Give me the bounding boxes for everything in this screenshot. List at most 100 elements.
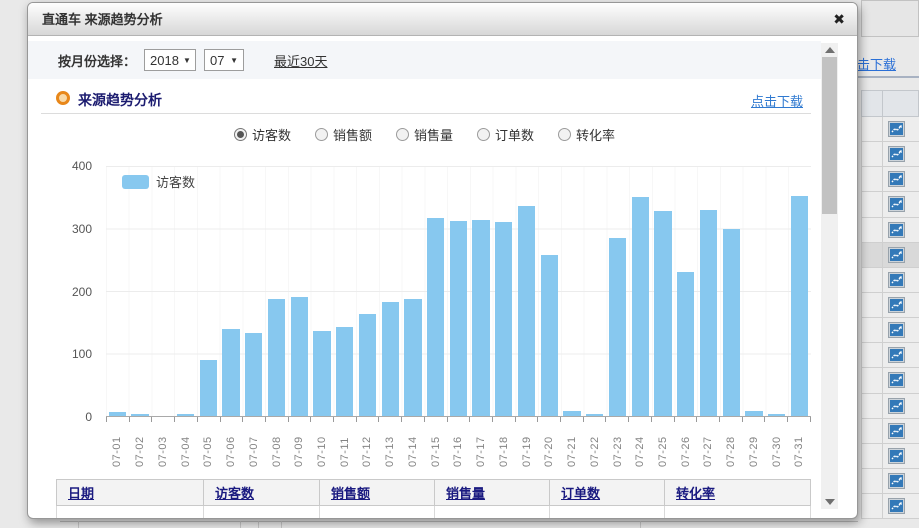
background-table-row [861,243,919,268]
scrollbar-thumb[interactable] [822,57,837,214]
trend-chart-icon[interactable] [888,121,905,137]
month-select[interactable]: 07 ▼ [204,49,244,71]
bar-07-10[interactable] [313,331,330,416]
bar-07-04[interactable] [177,414,194,417]
chart-legend[interactable]: 访客数 [122,172,195,191]
x-axis-tick-label: 07-09 [293,425,305,467]
bar-07-12[interactable] [359,314,376,416]
bar-07-22[interactable] [586,414,603,416]
background-table-row [861,469,919,494]
recent-30-days-link[interactable]: 最近30天 [274,51,327,70]
bar-07-05[interactable] [200,360,217,416]
bar-07-07[interactable] [245,333,262,416]
table-header-cell: 销售量 [434,479,549,506]
bar-07-13[interactable] [382,302,399,416]
radio-icon[interactable] [396,128,409,141]
bar-07-14[interactable] [404,299,421,416]
trend-chart-icon[interactable] [888,196,905,212]
bar-07-23[interactable] [609,238,626,416]
table-header-cell: 访客数 [203,479,319,506]
download-link[interactable]: 点击下载 [751,91,803,110]
background-table-header [861,90,919,117]
table-sort-link[interactable]: 日期 [68,483,94,502]
x-axis-tick-label: 07-11 [339,425,351,467]
bar-07-08[interactable] [268,299,285,417]
modal-scrollbar[interactable] [821,43,838,509]
scroll-up-arrow-icon[interactable] [821,43,838,57]
bar-07-19[interactable] [518,206,535,416]
bar-07-16[interactable] [450,221,467,416]
section-header: 来源趋势分析 点击下载 [28,87,821,111]
radio-icon[interactable] [315,128,328,141]
x-axis-tick-label: 07-26 [680,425,692,467]
bar-07-01[interactable] [109,412,126,416]
trend-chart-icon[interactable] [888,423,905,439]
x-axis-tick-label: 07-01 [111,425,123,467]
metric-radio-4[interactable]: 订单数 [477,125,534,144]
trend-chart-icon[interactable] [888,171,905,187]
trend-chart-icon[interactable] [888,448,905,464]
modal-title: 直通车 来源趋势分析 [42,3,163,36]
background-table-border [78,521,79,528]
table-sort-link[interactable]: 销售量 [446,483,485,502]
scroll-down-arrow-icon[interactable] [821,495,838,509]
metric-radio-5[interactable]: 转化率 [558,125,615,144]
bar-07-06[interactable] [222,329,239,417]
bar-07-18[interactable] [495,222,512,416]
metric-radio-1[interactable]: 访客数 [234,125,291,144]
x-axis-tick-label: 07-29 [748,425,760,467]
background-table-border [258,521,259,528]
bar-07-11[interactable] [336,327,353,416]
metric-radio-2[interactable]: 销售额 [315,125,372,144]
bar-07-30[interactable] [768,414,785,416]
trend-chart-icon[interactable] [888,146,905,162]
background-table-row [861,318,919,343]
trend-chart-icon[interactable] [888,398,905,414]
metric-radio-3[interactable]: 销售量 [396,125,453,144]
radio-selected-icon[interactable] [234,128,247,141]
bar-07-21[interactable] [563,411,580,416]
trend-chart-icon[interactable] [888,347,905,363]
bar-07-31[interactable] [791,196,808,416]
bar-07-20[interactable] [541,255,558,416]
radio-icon[interactable] [558,128,571,141]
month-filter-label: 按月份选择： [58,51,136,70]
y-axis-tick-label: 400 [72,159,92,173]
x-axis-tick-label: 07-06 [225,425,237,467]
trend-chart-icon[interactable] [888,272,905,288]
table-sort-link[interactable]: 订单数 [561,483,600,502]
trend-chart-icon[interactable] [888,322,905,338]
trend-chart-icon[interactable] [888,222,905,238]
y-axis-tick-label: 100 [72,347,92,361]
trend-chart-icon[interactable] [888,498,905,514]
table-header-cell: 日期 [56,479,203,506]
trend-chart-icon[interactable] [888,372,905,388]
x-axis-tick-label: 07-16 [452,425,464,467]
x-axis-tick-label: 07-20 [543,425,555,467]
bar-07-28[interactable] [723,229,740,417]
table-sort-link[interactable]: 访客数 [215,483,254,502]
table-header-row: 日期 访客数 销售额 销售量 订单数 转化率 [56,479,811,506]
year-select[interactable]: 2018 ▼ [144,49,196,71]
background-table-row [861,394,919,419]
table-sort-link[interactable]: 转化率 [676,483,715,502]
close-icon[interactable]: ✖ [833,3,845,36]
bar-07-17[interactable] [472,220,489,416]
trend-chart-icon[interactable] [888,473,905,489]
bar-07-29[interactable] [745,411,762,416]
x-axis-tick-label: 07-27 [702,425,714,467]
trend-chart-icon[interactable] [888,297,905,313]
page-root: { "modal": { "title": "直通车 来源趋势分析", "clo… [0,0,919,528]
x-axis-tick-label: 07-17 [475,425,487,467]
bar-07-27[interactable] [700,210,717,416]
bar-07-25[interactable] [654,211,671,416]
bar-07-02[interactable] [131,414,148,417]
bar-07-26[interactable] [677,272,694,416]
background-table-border [281,521,282,528]
trend-chart-icon[interactable] [888,247,905,263]
radio-icon[interactable] [477,128,490,141]
table-sort-link[interactable]: 销售额 [331,483,370,502]
bar-07-09[interactable] [291,297,308,416]
bar-07-15[interactable] [427,218,444,416]
bar-07-24[interactable] [632,197,649,416]
